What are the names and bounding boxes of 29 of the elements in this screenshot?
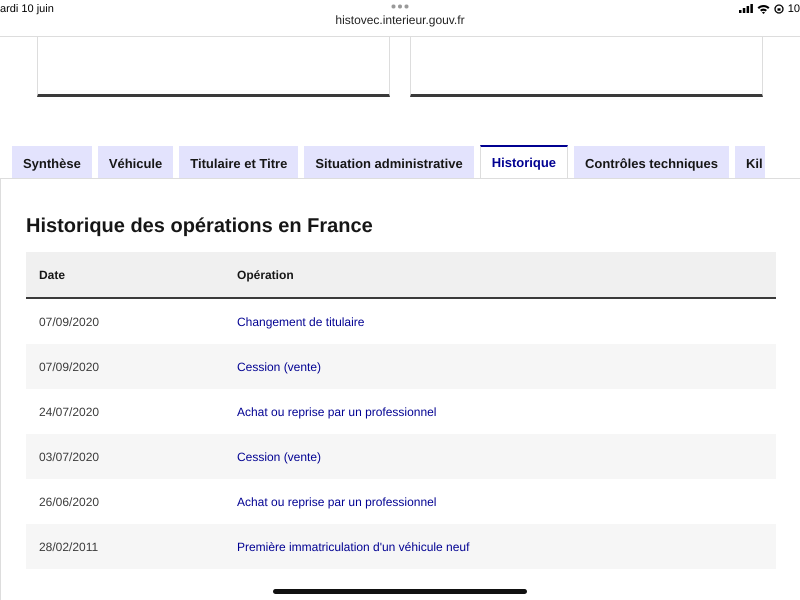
tab[interactable]: Titulaire et Titre	[179, 146, 298, 178]
column-header: Date	[38, 268, 66, 282]
table-cell-text: 28/02/2011	[38, 540, 100, 554]
operation-link[interactable]: Première immatriculation d'un véhicule neuf	[224, 540, 470, 554]
operation-link[interactable]: Cession (vente)	[224, 360, 322, 374]
operation-link[interactable]: Changement de titulaire	[224, 314, 364, 328]
address-bar-url[interactable]: histovec.interieur.gouv.fr	[335, 13, 465, 27]
operation-link[interactable]: Achat ou reprise par un professionnel	[224, 494, 436, 508]
table-cell-text: 24/07/2020	[38, 404, 100, 418]
tab[interactable]: Véhicule	[98, 146, 174, 178]
column-header: Opération	[236, 268, 294, 282]
tab[interactable]: Situation administrative	[304, 146, 474, 178]
status-date: ardi 10 juin	[0, 2, 54, 17]
more-icon[interactable]	[391, 4, 409, 9]
battery-percentage: 10	[788, 4, 800, 15]
tab[interactable]: Historique	[480, 145, 568, 178]
table-cell-text: 07/09/2020	[38, 314, 100, 328]
lock-rotation-icon	[774, 4, 784, 14]
wifi-icon	[756, 4, 770, 14]
tab[interactable]: Kil	[734, 146, 765, 178]
table-cell-text: 26/06/2020	[38, 494, 100, 508]
operation-link[interactable]: Achat ou reprise par un professionnel	[224, 404, 436, 418]
tab[interactable]: Contrôles techniques	[574, 146, 729, 178]
tab[interactable]: Synthèse	[12, 146, 92, 178]
table-cell-text: 07/09/2020	[38, 360, 100, 374]
table-cell-text: 03/07/2020	[38, 450, 100, 464]
operation-link[interactable]: Cession (vente)	[224, 450, 322, 464]
section-title: Historique des opérations en France	[26, 215, 374, 238]
signal-icon	[738, 4, 753, 13]
